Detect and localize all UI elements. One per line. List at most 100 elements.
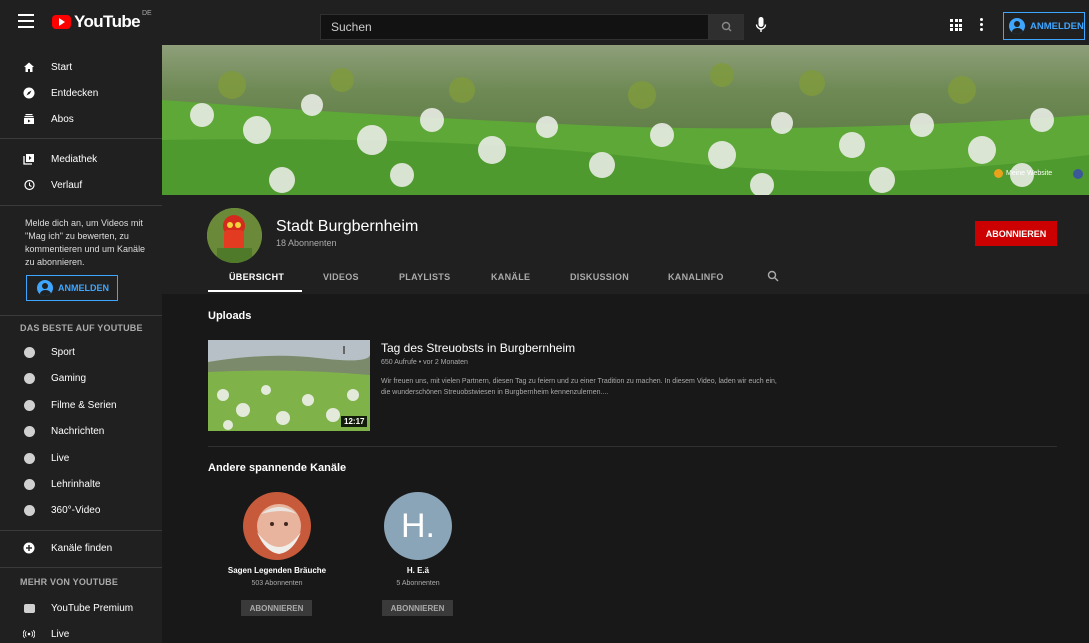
sidebar-item-label: YouTube Premium (51, 602, 134, 614)
signin-label: ANMELDEN (58, 283, 109, 293)
sidebar-item-label: Nachrichten (51, 425, 105, 437)
youtube-logo[interactable]: YouTube DE (52, 10, 152, 32)
masthead: YouTube DE Suchen ANMELDEN (0, 0, 1089, 45)
section-title-best-of: DAS BESTE AUF YOUTUBE (20, 323, 143, 333)
sidebar-item-360-video[interactable]: 360°-Video (0, 497, 162, 523)
sidebar-item-label: 360°-Video (51, 504, 101, 516)
sidebar-item-mediathek[interactable]: Mediathek (0, 146, 162, 172)
subscriptions-icon (23, 113, 35, 125)
tab-playlists[interactable]: PLAYLISTS (399, 272, 450, 282)
gaming-icon (23, 372, 35, 384)
sidebar-item-label: Mediathek (51, 153, 98, 165)
sidebar-item-gaming[interactable]: Gaming (0, 365, 162, 391)
website-icon (994, 169, 1003, 178)
signin-label: ANMELDEN (1030, 20, 1084, 32)
divider (0, 530, 162, 531)
featured-channel-name[interactable]: H. E.ä (348, 566, 488, 575)
sidebar-item-label: Filme & Serien (51, 399, 117, 411)
youtube-premium-icon (23, 602, 35, 614)
sidebar-item-nachrichten[interactable]: Nachrichten (0, 418, 162, 444)
video-description: Wir freuen uns, mit vielen Partnern, die… (381, 378, 777, 396)
menu-icon[interactable] (18, 14, 38, 30)
sidebar-item-youtube-premium[interactable]: YouTube Premium (0, 595, 162, 621)
home-icon (23, 61, 35, 73)
sidebar-item-filme-serien[interactable]: Filme & Serien (0, 392, 162, 418)
sidebar-item-label: Sport (51, 346, 75, 358)
sidebar-item-sport[interactable]: Sport (0, 339, 162, 365)
live-broadcast-icon (23, 628, 35, 640)
featured-channel-avatar[interactable]: H. (384, 492, 452, 560)
divider (0, 315, 162, 316)
vr-icon (23, 504, 35, 516)
learning-icon (23, 478, 35, 490)
youtube-play-icon (52, 15, 71, 29)
search-button[interactable] (708, 14, 744, 40)
sidebar-item-start[interactable]: Start (0, 54, 162, 80)
signin-button-sidebar[interactable]: ANMELDEN (26, 275, 118, 301)
featured-channel-subscribers: 503 Abonnenten (251, 580, 303, 587)
sidebar-item-verlauf[interactable]: Verlauf (0, 172, 162, 198)
sidebar-item-label: Kanäle finden (51, 542, 113, 554)
signin-prompt-text: Melde dich an, um Videos mit "Mag ich" z… (25, 218, 146, 267)
signin-button-header[interactable]: ANMELDEN (1003, 12, 1085, 40)
sidebar-item-lehrinhalte[interactable]: Lehrinhalte (0, 471, 162, 497)
featured-channel-subscribers: 5 Abonnenten (396, 580, 440, 587)
compass-icon (23, 87, 35, 99)
sidebar-item-label: Start (51, 61, 73, 73)
microphone-icon[interactable] (754, 15, 768, 37)
apps-icon[interactable] (950, 19, 962, 31)
sport-icon (23, 346, 35, 358)
channel-banner (162, 45, 1089, 195)
featured-channel-name[interactable]: Sagen Legenden Bräuche (207, 566, 347, 575)
add-circle-icon (23, 542, 35, 554)
sidebar-item-live-more[interactable]: Live (0, 621, 162, 643)
sidebar-item-live[interactable]: Live (0, 445, 162, 471)
banner-link-label: Meine Website (1006, 170, 1053, 177)
tab-videos[interactable]: VIDEOS (323, 272, 359, 282)
user-icon (1009, 18, 1025, 34)
news-icon (23, 425, 35, 437)
divider (0, 205, 162, 206)
sidebar-item-label: Abos (51, 113, 74, 125)
sidebar-item-label: Gaming (51, 372, 87, 384)
banner-website-link[interactable]: Meine Website (994, 169, 1052, 178)
search-icon (721, 21, 732, 32)
channel-name: Stadt Burgbernheim (276, 218, 419, 235)
featured-channel-subscribe-button[interactable]: ABONNIEREN (241, 600, 312, 616)
sidebar-item-label: Lehrinhalte (51, 478, 101, 490)
tab-diskussion[interactable]: DISKUSSION (570, 272, 629, 282)
sidebar-item-label: Live (51, 628, 70, 640)
sidebar-item-abos[interactable]: Abos (0, 106, 162, 132)
divider (0, 138, 162, 139)
video-title[interactable]: Tag des Streuobsts in Burgbernheim (381, 341, 575, 355)
search-input[interactable]: Suchen (320, 14, 708, 40)
section-title-more: MEHR VON YOUTUBE (20, 577, 119, 587)
sidebar-item-label: Verlauf (51, 179, 83, 191)
divider (0, 567, 162, 568)
tab-kanaele[interactable]: KANÄLE (491, 272, 530, 282)
featured-channel-avatar[interactable] (243, 492, 311, 560)
logo-text: YouTube (74, 12, 141, 31)
video-duration: 12:17 (341, 416, 368, 427)
more-options-icon[interactable] (980, 18, 984, 32)
library-icon (23, 153, 35, 165)
channel-avatar[interactable] (207, 208, 262, 263)
live-icon (23, 452, 35, 464)
tab-kanalinfo[interactable]: KANALINFO (668, 272, 724, 282)
subscribe-button[interactable]: ABONNIEREN (975, 221, 1057, 246)
active-tab-indicator (208, 290, 302, 292)
search-icon[interactable] (767, 270, 779, 282)
sidebar-item-kanaele-finden[interactable]: Kanäle finden (0, 535, 162, 561)
facebook-icon[interactable] (1073, 169, 1083, 179)
sidebar-item-label: Entdecken (51, 87, 99, 99)
sidebar-item-label: Live (51, 452, 70, 464)
featured-channel-subscribe-button[interactable]: ABONNIEREN (382, 600, 453, 616)
history-icon (23, 179, 35, 191)
tab-uebersicht[interactable]: ÜBERSICHT (229, 272, 284, 282)
sidebar: Start Entdecken Abos Mediathek Verlauf M… (0, 45, 162, 643)
uploads-heading[interactable]: Uploads (208, 310, 251, 322)
video-meta: 650 Aufrufe • vor 2 Monaten (381, 359, 468, 366)
logo-country-code: DE (142, 10, 152, 17)
sidebar-item-entdecken[interactable]: Entdecken (0, 80, 162, 106)
user-icon (37, 280, 53, 296)
